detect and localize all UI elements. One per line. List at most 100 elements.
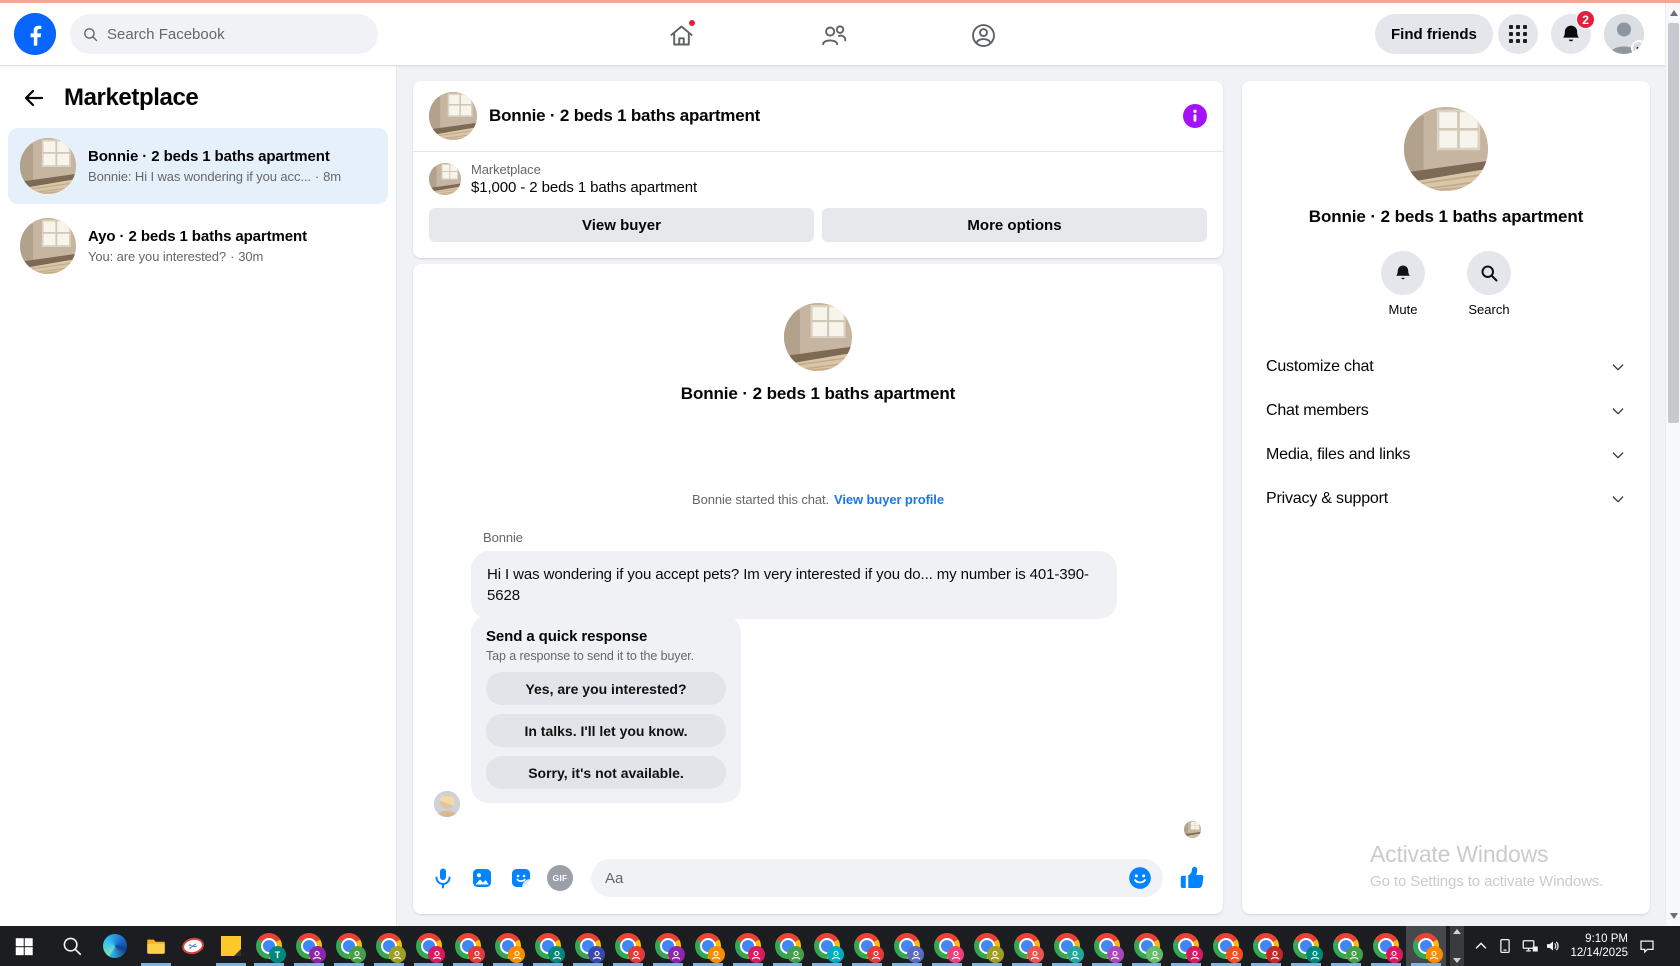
scrollbar-up-arrow[interactable] [1666,5,1680,21]
taskbar-chrome-window-button[interactable] [488,926,528,966]
tray-show-hidden-icons[interactable] [1468,926,1494,966]
gif-button[interactable]: GIF [546,864,574,892]
start-button[interactable] [4,926,44,966]
quick-response-option[interactable]: In talks. I'll let you know. [486,714,726,747]
mute-button[interactable]: Mute [1381,251,1425,317]
details-avatar[interactable] [1404,107,1488,191]
taskbar-chrome-window-button[interactable] [927,926,967,966]
tab-groups[interactable] [959,11,1007,59]
chat-avatar[interactable] [429,92,477,140]
taskbar-chrome-window-button[interactable] [1366,926,1406,966]
taskbar-chrome-window-button[interactable] [568,926,608,966]
taskbar-chrome-window-button[interactable] [1087,926,1127,966]
chrome-profile-badge-icon [428,946,446,963]
message-bubble[interactable]: Hi I was wondering if you accept pets? I… [471,551,1117,619]
search-input[interactable] [107,25,366,43]
conversation-snippet: Bonnie: Hi I was wondering if you acc... [88,169,311,184]
menu-privacy-support[interactable]: Privacy & support [1264,477,1628,521]
tray-clock[interactable]: 9:10 PM 12/14/2025 [1560,926,1628,966]
tablet-icon [1500,938,1510,954]
taskbar-chrome-window-button[interactable] [1047,926,1087,966]
account-menu-button[interactable] [1604,14,1644,54]
menu-customize-chat[interactable]: Customize chat [1264,345,1628,389]
chrome-profile-badge-icon [308,946,326,963]
taskbar-chrome-window-button[interactable] [1166,926,1206,966]
taskbar-chrome-window-button[interactable] [1007,926,1047,966]
tab-home[interactable] [657,11,705,59]
taskbar-chrome-window-button[interactable] [1286,926,1326,966]
attach-image-button[interactable] [468,864,496,892]
edge-icon [103,934,127,958]
taskbar-chrome-window-button[interactable] [1405,926,1446,966]
conversation-time: 8m [323,169,341,184]
view-buyer-profile-link[interactable]: View buyer profile [834,492,944,507]
taskbar-chrome-window-button[interactable]: T [249,926,289,966]
snipping-tool-button[interactable]: ✂ [173,926,213,966]
search-icon [63,937,82,956]
menu-media-files-links[interactable]: Media, files and links [1264,433,1628,477]
view-buyer-button[interactable]: View buyer [429,208,814,242]
facebook-logo[interactable] [14,13,56,55]
find-friends-button[interactable]: Find friends [1375,14,1493,54]
voice-clip-button[interactable] [429,864,457,892]
taskbar-chrome-window-button[interactable] [648,926,688,966]
tab-friends[interactable] [809,11,857,59]
chrome-profile-badge-icon [1306,946,1324,963]
microphone-icon [435,868,451,889]
conversation-info-button[interactable] [1183,104,1207,128]
taskbar-search-button[interactable] [52,926,92,966]
taskbar-chrome-window-button[interactable] [728,926,768,966]
conversation-item-ayo[interactable]: Ayo · 2 beds 1 baths apartment You: are … [8,208,388,284]
scrollbar-down-arrow[interactable] [1666,908,1680,924]
send-like-button[interactable] [1177,863,1207,893]
taskbar-chrome-window-button[interactable] [289,926,329,966]
taskbar-chrome-window-button[interactable] [448,926,488,966]
quick-response-option[interactable]: Sorry, it's not available. [486,756,726,789]
thumbs-up-icon [1180,866,1204,889]
quick-response-option[interactable]: Yes, are you interested? [486,672,726,705]
taskbar-chrome-window-button[interactable] [807,926,847,966]
taskbar-chrome-window-button[interactable] [1206,926,1246,966]
taskbar-overflow-scrollbar[interactable] [1450,926,1464,966]
sender-profile-avatar[interactable] [434,791,460,817]
taskbar-chrome-window-button[interactable] [409,926,449,966]
taskbar-chrome-window-button[interactable] [688,926,728,966]
taskbar-chrome-window-button[interactable] [847,926,887,966]
listing-source: Marketplace [471,162,541,177]
search-in-conversation-button[interactable]: Search [1467,251,1511,317]
conversation-item-bonnie[interactable]: Bonnie · 2 beds 1 baths apartment Bonnie… [8,128,388,204]
file-explorer-button[interactable] [136,926,176,966]
more-options-button[interactable]: More options [822,208,1207,242]
taskbar-chrome-window-button[interactable] [369,926,409,966]
taskbar-chrome-window-button[interactable] [1326,926,1366,966]
sticky-notes-button[interactable] [211,926,251,966]
chat-intro-avatar[interactable] [784,303,852,371]
menu-chat-members[interactable]: Chat members [1264,389,1628,433]
taskbar-chrome-window-button[interactable] [887,926,927,966]
chrome-profile-badge-icon [1266,946,1284,963]
message-input[interactable] [605,869,1127,887]
chrome-profile-badge-icon [1425,946,1443,963]
back-button[interactable] [20,84,48,112]
taskbar-chrome-window-button[interactable] [329,926,369,966]
sticker-button[interactable] [507,864,535,892]
scrollbar-thumb[interactable] [1668,23,1679,423]
taskbar-chrome-window-button[interactable] [608,926,648,966]
home-notification-dot [687,18,697,28]
seen-indicator-avatar [1184,821,1201,838]
taskbar-chrome-window-button[interactable] [768,926,808,966]
chevron-down-icon [1612,496,1624,503]
taskbar-chrome-window-button[interactable] [1127,926,1167,966]
emoji-button[interactable] [1127,865,1153,891]
notification-bubble-icon [1640,940,1654,954]
taskbar-chrome-window-button[interactable] [528,926,568,966]
taskbar-chrome-window-button[interactable] [1246,926,1286,966]
action-center-button[interactable] [1634,926,1660,966]
chevron-down-icon [1612,364,1624,371]
apps-menu-button[interactable] [1498,14,1538,54]
page-scrollbar[interactable] [1665,3,1680,926]
tray-tablet-mode[interactable] [1492,926,1518,966]
notifications-button[interactable]: 2 [1551,10,1595,54]
edge-browser-button[interactable] [95,926,135,966]
taskbar-chrome-window-button[interactable] [967,926,1007,966]
